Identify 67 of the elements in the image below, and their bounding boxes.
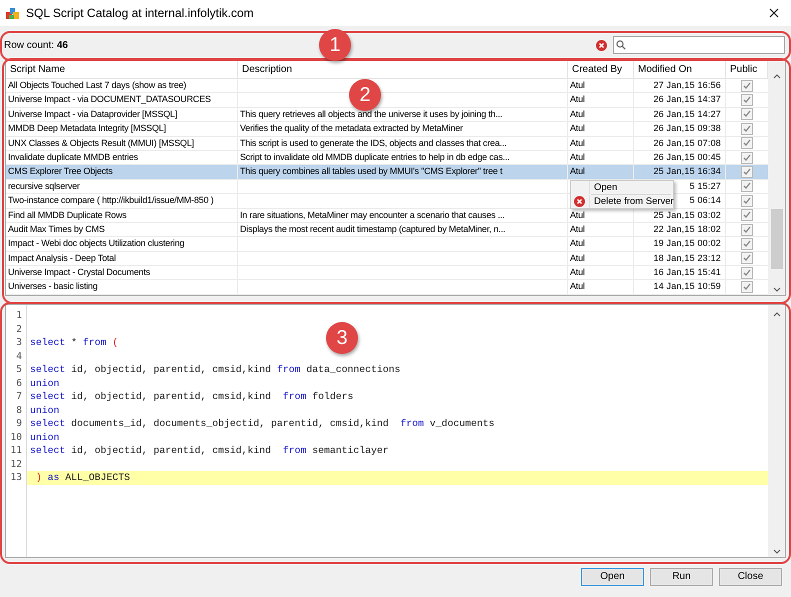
line-number: 6	[15, 376, 23, 390]
app-icon	[6, 6, 19, 20]
public-checkbox[interactable]	[741, 209, 753, 222]
public-checkbox[interactable]	[741, 94, 753, 106]
window-title: SQL Script Catalog at internal.infolytik.com	[26, 6, 255, 20]
line-number: 4	[15, 350, 23, 363]
public-checkbox[interactable]	[741, 166, 753, 178]
public-checkbox[interactable]	[741, 122, 753, 135]
code-text: union	[30, 404, 60, 417]
public-checkbox[interactable]	[741, 224, 753, 236]
public-checkbox[interactable]	[741, 266, 753, 279]
code-text: union	[30, 376, 60, 390]
line-number: 2	[15, 322, 23, 336]
dialog-button[interactable]: Close	[719, 568, 782, 586]
public-checkbox[interactable]	[741, 108, 753, 120]
public-checkbox[interactable]	[741, 238, 753, 250]
delete-icon	[574, 196, 585, 207]
scrollbar[interactable]	[768, 305, 785, 557]
table-row[interactable]: Impact - Webi doc objects Utilization clustering Atul 19 Jan,15 00:02	[6, 237, 768, 252]
search-field[interactable]	[613, 36, 785, 54]
table-row[interactable]: UNX Classes & Objects Result (MMUI) [MSSQL] This script is used to generate the IDS, objects and classes that crea... Atul 26 Jan,15 07:08	[6, 136, 768, 151]
table-row[interactable]: Universe Impact - via Dataprovider [MSSQL] This query retrieves all objects and the universe it uses by joining th... Atul 26 Jan,15 14:27	[6, 108, 768, 122]
scrollbar[interactable]	[768, 61, 785, 295]
table-row[interactable]: Audit Max Times by CMS Displays the most recent audit timestamp (captured by MetaMiner, n... Atul 22 Jan,15 18:02	[6, 222, 768, 238]
line-number: 8	[15, 404, 23, 417]
code-text: select id, objectid, parentid, cmsid,kind from semanticlayer	[30, 444, 389, 458]
annotation-number: 1	[319, 29, 351, 61]
line-number: 3	[15, 336, 23, 350]
code-text: select id, objectid, parentid, cmsid,kind from folders	[30, 390, 354, 404]
row-count: Row count: 46	[4, 40, 68, 50]
code-text: select id, objectid, parentid, cmsid,kind from data_connections	[30, 363, 400, 376]
table-cell: Universes - basic listing	[6, 280, 238, 295]
line-number: 9	[15, 417, 23, 430]
table-cell: 14 Jan,15 10:59	[634, 280, 726, 295]
table-row[interactable]: Universes - basic listing Atul 14 Jan,15 10:59	[6, 280, 768, 295]
table-row[interactable]: Impact Analysis - Deep Total Atul 18 Jan,15 23:12	[6, 252, 768, 266]
line-number: 1	[15, 309, 23, 322]
dialog-button[interactable]: Run	[650, 568, 713, 586]
scrollbar-thumb[interactable]	[770, 209, 782, 269]
code-text: select documents_id, documents_objectid, parentid, cmsid,kind from v_documents	[30, 417, 494, 430]
code-text: ) as ALL_OBJECTS	[34, 471, 130, 484]
public-checkbox[interactable]	[741, 281, 753, 294]
code-text: union	[30, 430, 60, 444]
public-checkbox[interactable]	[741, 80, 753, 92]
table-row[interactable]: MMDB Deep Metadata Integrity [MSSQL] Verifies the quality of the metadata extracted by MetaMiner Atul 26 Jan,15 09:38	[6, 122, 768, 137]
dialog-button[interactable]: Open	[581, 568, 644, 586]
public-checkbox[interactable]	[741, 194, 753, 207]
public-checkbox[interactable]	[741, 137, 753, 150]
table-row[interactable]: Invalidate duplicate MMDB entries Script to invalidate old MMDB duplicate entries to help in db edge cas... Atul 26 Jan,15 00:45	[6, 150, 768, 166]
line-number: 11	[10, 444, 23, 458]
search-icon	[616, 40, 626, 50]
close-icon[interactable]	[769, 8, 779, 18]
line-number: 10	[10, 430, 23, 444]
table-row[interactable]: CMS Explorer Tree Objects This query combines all tables used by MMUI's "CMS Explorer" tree t Atul 25 Jan,15 16:34	[6, 165, 768, 180]
table-row[interactable]: Find all MMDB Duplicate Rows In rare situations, MetaMiner may encounter a scenario that causes ... Atul 25 Jan,15 03:02	[6, 208, 768, 223]
code-text: select * from (	[30, 336, 118, 350]
table-row[interactable]: Universe Impact - Crystal Documents Atul 16 Jan,15 15:41	[6, 266, 768, 280]
menu-item[interactable]: Delete from Server	[589, 195, 673, 208]
public-checkbox[interactable]	[741, 152, 753, 164]
public-checkbox[interactable]	[741, 180, 753, 192]
line-number: 5	[15, 363, 23, 376]
line-number: 13	[10, 471, 23, 484]
line-number: 7	[15, 390, 23, 404]
line-number: 12	[10, 458, 23, 471]
clear-icon[interactable]	[596, 40, 607, 50]
public-checkbox[interactable]	[741, 252, 753, 264]
table-cell: Atul	[568, 280, 634, 295]
